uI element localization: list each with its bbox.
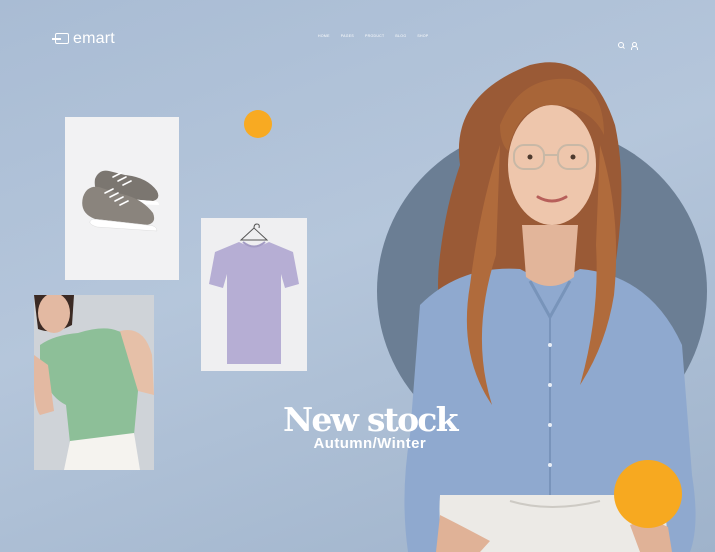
product-card-sneakers[interactable] <box>65 117 179 280</box>
tank-top-image <box>34 295 154 470</box>
hero-title: New stock <box>283 400 458 439</box>
hero-headline: New stock Autumn/Winter <box>283 400 458 453</box>
main-nav: Home Pages Product Blog Shop <box>318 34 428 38</box>
product-card-tshirt[interactable] <box>201 218 307 371</box>
orange-circle-decoration <box>614 460 682 528</box>
nav-product[interactable]: Product <box>365 34 384 38</box>
nav-shop[interactable]: Shop <box>417 34 428 38</box>
product-card-tank-top[interactable] <box>34 295 154 470</box>
user-icon[interactable] <box>630 42 638 50</box>
hero-section: emart Home Pages Product Blog Shop <box>0 0 715 552</box>
header-actions <box>618 42 638 50</box>
orange-dot-decoration <box>244 110 272 138</box>
sneakers-image <box>65 117 179 280</box>
tshirt-image <box>201 218 307 371</box>
nav-pages[interactable]: Pages <box>341 34 354 38</box>
search-icon[interactable] <box>618 42 625 49</box>
nav-home[interactable]: Home <box>318 34 330 38</box>
nav-blog[interactable]: Blog <box>395 34 406 38</box>
brand-logo[interactable]: emart <box>52 30 115 48</box>
logo-mark-icon <box>52 32 70 46</box>
brand-name: emart <box>73 30 115 47</box>
